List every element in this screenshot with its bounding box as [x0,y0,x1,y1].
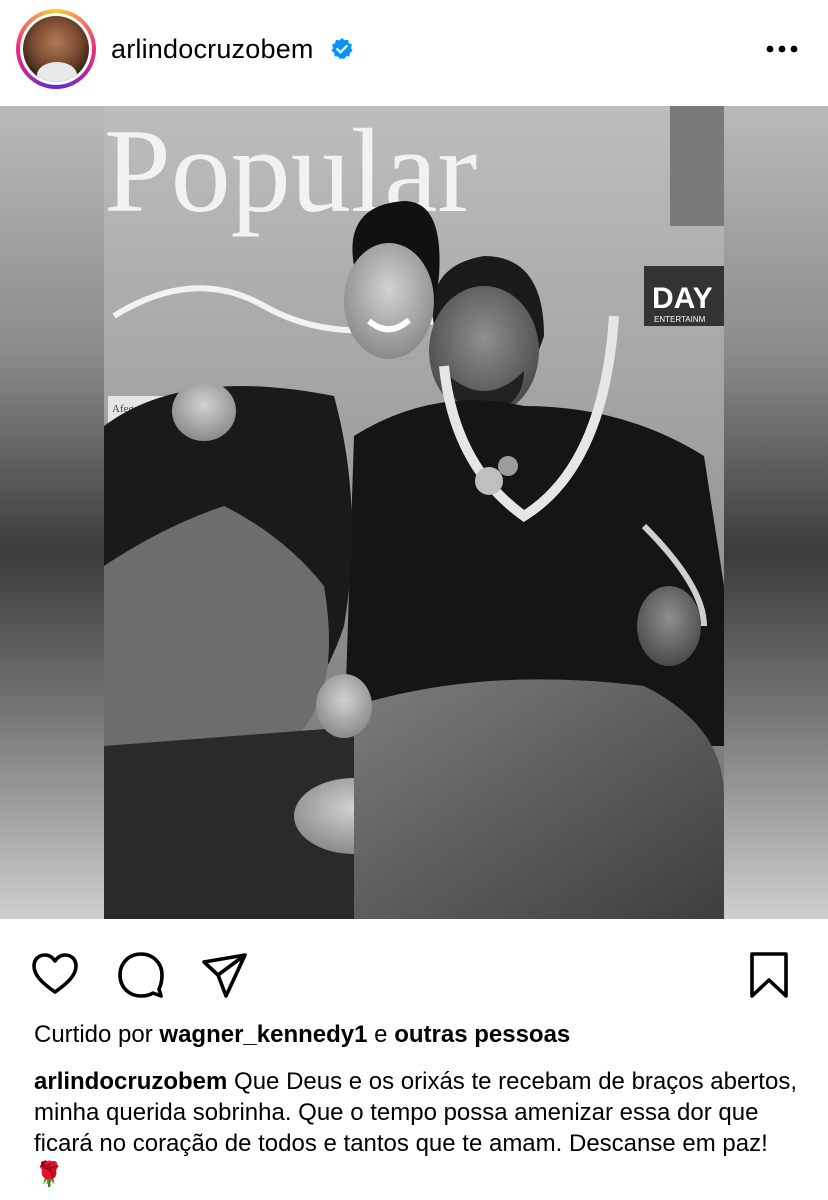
caption-username[interactable]: arlindocruzobem [34,1068,227,1095]
story-ring[interactable] [16,9,96,89]
liked-by-user[interactable]: wagner_kennedy1 [159,1021,367,1048]
comment-icon[interactable] [116,950,166,1000]
likes-prefix: Curtido por [34,1021,153,1048]
likes-summary[interactable]: Curtido por wagner_kennedy1 e outras pes… [34,1021,570,1049]
backdrop-logo: DAY [652,282,713,315]
post-actions [0,930,828,1014]
likes-others[interactable]: outras pessoas [394,1021,570,1048]
verified-badge-icon [331,38,353,60]
post-caption: arlindocruzobem Que Deus e os orixás te … [34,1066,804,1190]
bookmark-icon[interactable] [744,950,794,1000]
post-header: arlindocruzobem [0,0,828,100]
heart-icon[interactable] [30,950,80,1000]
blurred-backdrop-left [0,106,104,919]
post-media[interactable]: Popular DAY ENTERTAINM Afeganou Popular [0,106,828,919]
more-options-icon[interactable] [764,36,800,62]
avatar[interactable] [23,16,89,82]
post-photo: Popular DAY ENTERTAINM Afeganou Popular [104,106,724,919]
avatar-border [20,13,92,85]
share-icon[interactable] [200,950,250,1000]
likes-connector: e [374,1021,388,1048]
backdrop-logo-sub: ENTERTAINM [654,315,706,324]
blurred-backdrop-right [724,106,828,919]
username[interactable]: arlindocruzobem [111,34,314,65]
